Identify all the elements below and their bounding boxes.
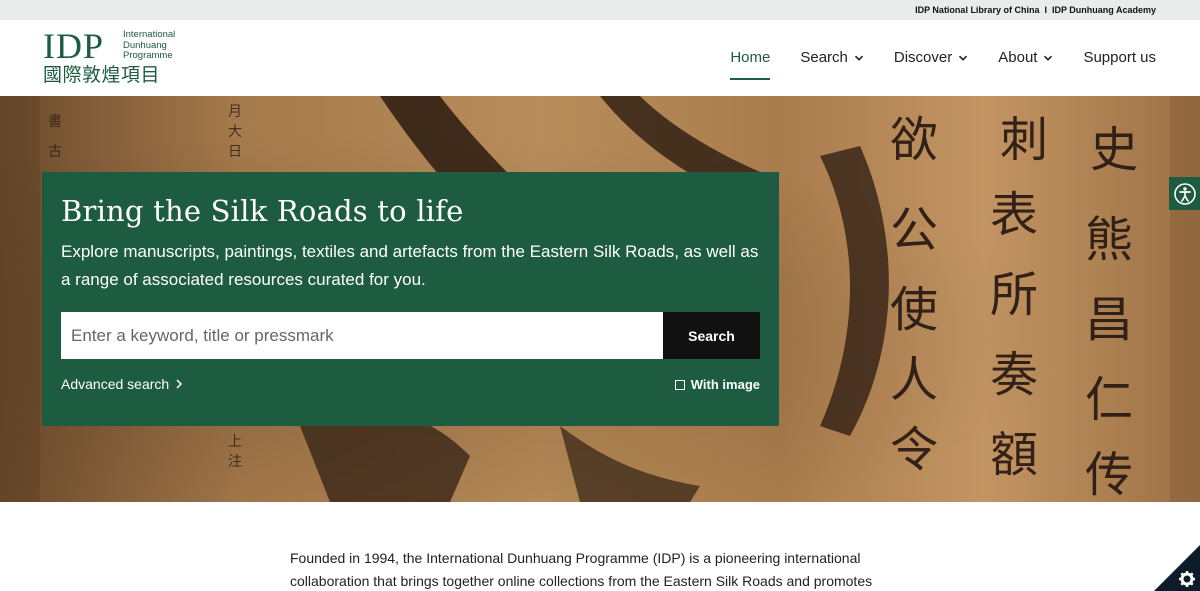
advanced-search-label: Advanced search bbox=[61, 376, 170, 392]
svg-text:使: 使 bbox=[890, 282, 938, 338]
nav-support-label: Support us bbox=[1083, 49, 1156, 66]
top-utility-bar: IDP National Library of China I IDP Dunh… bbox=[0, 0, 1200, 20]
hero-title: Bring the Silk Roads to life bbox=[61, 194, 464, 228]
with-image-label: With image bbox=[690, 377, 760, 392]
svg-text:仁: 仁 bbox=[1085, 372, 1133, 428]
svg-text:所: 所 bbox=[990, 267, 1038, 323]
hero-section: 刺史 表熊 所昌 奏仁 額传 欲公 使人 令 書古 月大日 上注 Bring t… bbox=[0, 96, 1200, 502]
accessibility-icon bbox=[1173, 182, 1196, 205]
svg-text:日: 日 bbox=[228, 144, 242, 160]
svg-text:刺: 刺 bbox=[1000, 112, 1048, 168]
logo-abbreviation: IDP bbox=[43, 26, 105, 66]
nav-about-label: About bbox=[998, 49, 1038, 66]
svg-text:上: 上 bbox=[228, 434, 242, 450]
cookie-settings-button[interactable] bbox=[1154, 545, 1200, 591]
search-button[interactable]: Search bbox=[663, 312, 760, 359]
site-logo[interactable]: IDP International Dunhuang Programme 國際敦… bbox=[43, 26, 203, 87]
svg-text:昌: 昌 bbox=[1085, 292, 1133, 348]
nav-discover[interactable]: Discover bbox=[894, 48, 968, 68]
svg-text:月: 月 bbox=[228, 104, 242, 120]
chevron-down-icon bbox=[1044, 55, 1053, 61]
main-navigation: Home Search Discover About Support us bbox=[730, 48, 1156, 80]
svg-text:传: 传 bbox=[1085, 447, 1133, 502]
svg-text:令: 令 bbox=[890, 422, 938, 478]
logo-chinese-name: 國際敦煌項目 bbox=[43, 64, 161, 86]
intro-paragraph: Founded in 1994, the International Dunhu… bbox=[290, 550, 873, 589]
logo-en-line-3: Programme bbox=[123, 50, 173, 61]
svg-text:額: 額 bbox=[990, 427, 1038, 483]
nav-search[interactable]: Search bbox=[800, 48, 864, 68]
svg-text:表: 表 bbox=[990, 187, 1038, 243]
svg-text:注: 注 bbox=[228, 454, 242, 470]
svg-text:欲: 欲 bbox=[890, 112, 938, 168]
chevron-down-icon bbox=[854, 55, 863, 61]
logo-english-name: International Dunhuang Programme bbox=[123, 29, 176, 62]
hero-subtitle: Explore manuscripts, paintings, textiles… bbox=[61, 242, 759, 289]
svg-text:熊: 熊 bbox=[1085, 212, 1133, 268]
nav-home-label: Home bbox=[730, 49, 771, 66]
nav-about[interactable]: About bbox=[998, 48, 1053, 68]
logo-en-line-1: International bbox=[123, 29, 176, 40]
partner-separator: I bbox=[1044, 5, 1047, 15]
partner-links: IDP National Library of China I IDP Dunh… bbox=[915, 5, 1156, 15]
svg-text:大: 大 bbox=[228, 124, 242, 140]
accessibility-button[interactable] bbox=[1169, 177, 1200, 210]
site-header: IDP International Dunhuang Programme 國際敦… bbox=[0, 20, 1200, 96]
svg-text:公: 公 bbox=[890, 202, 938, 258]
svg-text:書: 書 bbox=[48, 114, 62, 130]
nav-support-us[interactable]: Support us bbox=[1083, 48, 1156, 68]
chevron-right-icon bbox=[176, 379, 183, 389]
svg-text:史: 史 bbox=[1090, 122, 1138, 178]
nav-discover-label: Discover bbox=[893, 49, 953, 66]
hero-search-panel: Bring the Silk Roads to life Explore man… bbox=[42, 172, 779, 426]
svg-text:奏: 奏 bbox=[990, 347, 1038, 403]
chevron-down-icon bbox=[959, 55, 968, 61]
advanced-search-link[interactable]: Advanced search bbox=[61, 376, 183, 392]
partner-link-dunhuang-academy[interactable]: IDP Dunhuang Academy bbox=[1052, 5, 1156, 15]
partner-link-national-library[interactable]: IDP National Library of China bbox=[915, 5, 1039, 15]
with-image-checkbox[interactable]: With image bbox=[674, 377, 760, 392]
checkbox-box[interactable] bbox=[674, 379, 685, 390]
nav-search-label: Search bbox=[800, 49, 848, 66]
search-input[interactable] bbox=[61, 312, 663, 359]
svg-text:古: 古 bbox=[48, 144, 62, 160]
nav-home[interactable]: Home bbox=[730, 48, 771, 80]
svg-text:人: 人 bbox=[890, 352, 938, 408]
